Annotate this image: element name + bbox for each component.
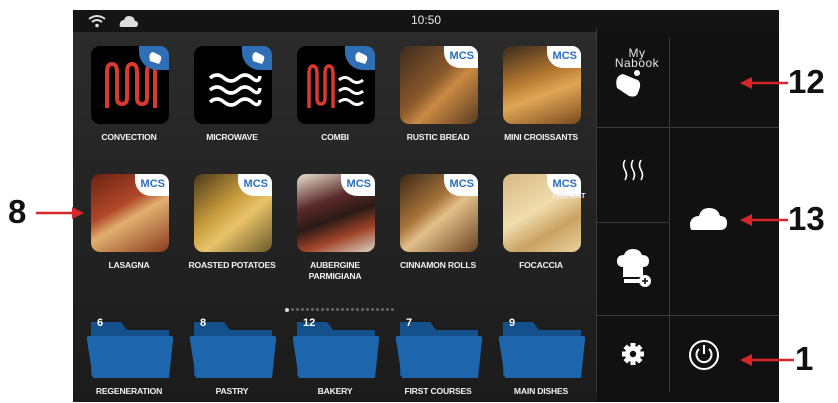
folder-icon bbox=[395, 322, 483, 378]
page-dot bbox=[331, 308, 334, 312]
tile-label: MICROWAVE bbox=[206, 132, 258, 142]
page-dot bbox=[361, 308, 364, 312]
page-dot bbox=[321, 308, 324, 312]
tile-label: FOCACCIA bbox=[519, 260, 563, 270]
page-dot bbox=[341, 308, 344, 312]
manual-badge-icon bbox=[242, 46, 272, 70]
page-dot bbox=[366, 308, 369, 312]
page-dot bbox=[306, 308, 309, 312]
combi-icon bbox=[297, 46, 375, 124]
roasted-potatoes-image: MCS bbox=[194, 174, 272, 252]
cloud-icon bbox=[119, 16, 138, 27]
mcs-badge: MCS bbox=[341, 174, 375, 196]
mcs-badge: MCS bbox=[135, 174, 169, 196]
callout-12: 12 bbox=[788, 63, 825, 100]
microwave-icon bbox=[194, 46, 272, 124]
folder-icon bbox=[292, 322, 380, 378]
folder-label: MAIN DISHES bbox=[513, 386, 569, 396]
chef-hat-plus-icon bbox=[617, 249, 651, 287]
arrow-icon bbox=[740, 354, 794, 366]
callout-1: 1 bbox=[795, 340, 814, 377]
wifi-icon bbox=[88, 15, 106, 28]
tile-label: LASAGNA bbox=[108, 260, 150, 270]
folder-count: 7 bbox=[406, 317, 413, 329]
manual-badge-icon bbox=[139, 46, 169, 70]
settings-button[interactable] bbox=[597, 316, 669, 392]
manual-badge-icon bbox=[345, 46, 375, 70]
page-dot bbox=[346, 308, 349, 312]
mcs-badge: MCS bbox=[444, 174, 478, 196]
lasagna-image: MCS bbox=[91, 174, 169, 252]
page-dot bbox=[316, 308, 319, 312]
add-recipe-button[interactable] bbox=[597, 223, 669, 315]
tile-label: COMBI bbox=[321, 132, 349, 142]
aubergine-parmigiana-image: MCS bbox=[297, 174, 375, 252]
folder-label: PASTRY bbox=[215, 386, 249, 396]
cinnamon-rolls-image: MCS bbox=[400, 174, 478, 252]
folder-label: BAKERY bbox=[317, 386, 353, 396]
page-dot bbox=[381, 308, 384, 312]
mcs-badge: MCS bbox=[547, 46, 581, 68]
page-dot bbox=[285, 307, 289, 312]
page-dot bbox=[301, 308, 304, 312]
callout-8: 8 bbox=[8, 193, 27, 230]
preheat-icon bbox=[622, 159, 644, 181]
preheat-button[interactable] bbox=[597, 128, 669, 222]
clock: 10:50 bbox=[410, 13, 442, 27]
tile-label: RUSTIC BREAD bbox=[406, 132, 470, 142]
arrow-icon bbox=[740, 77, 788, 89]
convection-icon bbox=[91, 46, 169, 124]
mini-croissants-image: MCS bbox=[503, 46, 581, 124]
tile-label: AUBERGINE PARMIGIANA bbox=[308, 260, 362, 281]
mcs-badge: MCS bbox=[444, 46, 478, 68]
page-dot bbox=[291, 308, 294, 312]
callout-13: 13 bbox=[788, 200, 825, 237]
folder-icon bbox=[189, 322, 277, 378]
page-dot bbox=[326, 308, 329, 312]
folder-count: 9 bbox=[509, 317, 516, 329]
mynabook-logo: My Nabook bbox=[614, 46, 660, 70]
page-indicator bbox=[285, 301, 396, 312]
tile-label: CINNAMON ROLLS bbox=[400, 260, 476, 270]
tile-label: ROASTED POTATOES bbox=[188, 260, 276, 270]
page-dot bbox=[351, 308, 354, 312]
page-dot bbox=[391, 308, 394, 312]
program-grid: CONVECTION MICROWAVE COMBI MCS RUSTIC BR… bbox=[73, 32, 597, 402]
arrow-icon bbox=[36, 207, 84, 219]
preheat-label: PREHEAT bbox=[552, 193, 586, 200]
page-dot bbox=[386, 308, 389, 312]
status-bar: 10:50 bbox=[73, 10, 779, 32]
folder-count: 12 bbox=[303, 317, 316, 329]
page-dot bbox=[296, 308, 299, 312]
folder-icon bbox=[86, 322, 174, 378]
mcs-badge: MCS bbox=[238, 174, 272, 196]
folder-count: 8 bbox=[200, 317, 207, 329]
folder-icon bbox=[498, 322, 586, 378]
page-dot bbox=[376, 308, 379, 312]
tile-label: MINI CROISSANTS bbox=[504, 132, 578, 142]
folder-label: REGENERATION bbox=[95, 386, 163, 396]
page-dot bbox=[311, 308, 314, 312]
focaccia-image: MCS bbox=[503, 174, 581, 252]
gear-icon bbox=[622, 343, 644, 365]
arrow-icon bbox=[740, 214, 788, 226]
page-dot bbox=[336, 308, 339, 312]
page-dot bbox=[356, 308, 359, 312]
folder-count: 6 bbox=[97, 317, 104, 329]
page-dot bbox=[371, 308, 374, 312]
folder-label: FIRST COURSES bbox=[404, 386, 472, 396]
rustic-bread-image: MCS bbox=[400, 46, 478, 124]
tile-label: CONVECTION bbox=[101, 132, 157, 142]
